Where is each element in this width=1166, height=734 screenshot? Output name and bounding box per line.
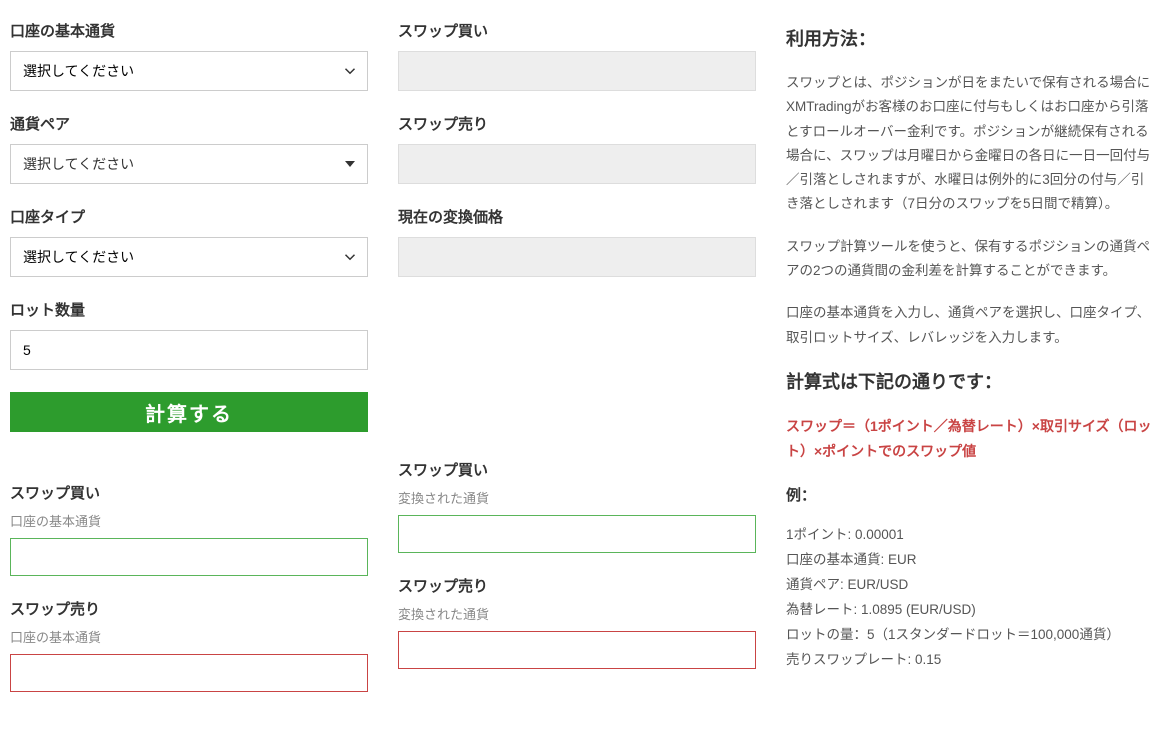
result-swap-buy-base-subtitle: 口座の基本通貨 <box>10 511 368 530</box>
sidebar-p2: スワップ計算ツールを使うと、保有するポジションの通貨ペアの2つの通貨間の金利差を… <box>786 235 1156 284</box>
result-swap-sell-base-subtitle: 口座の基本通貨 <box>10 627 368 646</box>
account-type-label: 口座タイプ <box>10 206 368 227</box>
account-type-select[interactable]: 選択してください <box>10 237 368 277</box>
sidebar-heading: 利用方法： <box>786 25 1156 51</box>
result-swap-sell-conv-subtitle: 変換された通貨 <box>398 604 756 623</box>
sidebar-ex5: ロットの量：5（1スタンダードロット＝100,000通貨） <box>786 624 1156 647</box>
calculate-button[interactable]: 計算する <box>10 392 368 432</box>
swap-sell-display <box>398 144 756 184</box>
sidebar-ex1: 1ポイント: 0.00001 <box>786 524 1156 547</box>
result-swap-buy-conv-title: スワップ買い <box>398 459 756 480</box>
sidebar-ex2: 口座の基本通貨: EUR <box>786 549 1156 572</box>
result-swap-buy-conv-subtitle: 変換された通貨 <box>398 488 756 507</box>
result-swap-buy-base-title: スワップ買い <box>10 482 368 503</box>
pair-label: 通貨ペア <box>10 113 368 134</box>
result-swap-buy-base-box <box>10 538 368 576</box>
current-rate-display <box>398 237 756 277</box>
result-swap-buy-conv-box <box>398 515 756 553</box>
swap-sell-label: スワップ売り <box>398 113 756 134</box>
sidebar-p1: スワップとは、ポジションが日をまたいで保有される場合にXMTradingがお客様… <box>786 71 1156 217</box>
sidebar-p3: 口座の基本通貨を入力し、通貨ペアを選択し、口座タイプ、取引ロットサイズ、レバレッ… <box>786 301 1156 350</box>
pair-select[interactable]: 選択してください <box>10 144 368 184</box>
base-currency-select[interactable]: 選択してください <box>10 51 368 91</box>
base-currency-label: 口座の基本通貨 <box>10 20 368 41</box>
sidebar-heading2: 計算式は下記の通りです： <box>786 368 1156 394</box>
sidebar-ex6: 売りスワップレート: 0.15 <box>786 649 1156 672</box>
sidebar-ex4: 為替レート: 1.0895 (EUR/USD) <box>786 599 1156 622</box>
sidebar-formula: スワップ＝（1ポイント／為替レート）×取引サイズ（ロット）×ポイントでのスワップ… <box>786 414 1156 464</box>
result-swap-sell-conv-box <box>398 631 756 669</box>
lot-size-input[interactable] <box>10 330 368 370</box>
result-swap-sell-base-title: スワップ売り <box>10 598 368 619</box>
sidebar-ex3: 通貨ペア: EUR/USD <box>786 574 1156 597</box>
result-swap-sell-conv-title: スワップ売り <box>398 575 756 596</box>
lot-size-label: ロット数量 <box>10 299 368 320</box>
pair-select-value: 選択してください <box>23 154 134 174</box>
result-swap-sell-base-box <box>10 654 368 692</box>
sidebar-example-label: 例： <box>786 482 1156 509</box>
current-rate-label: 現在の変換価格 <box>398 206 756 227</box>
swap-buy-label: スワップ買い <box>398 20 756 41</box>
swap-buy-display <box>398 51 756 91</box>
